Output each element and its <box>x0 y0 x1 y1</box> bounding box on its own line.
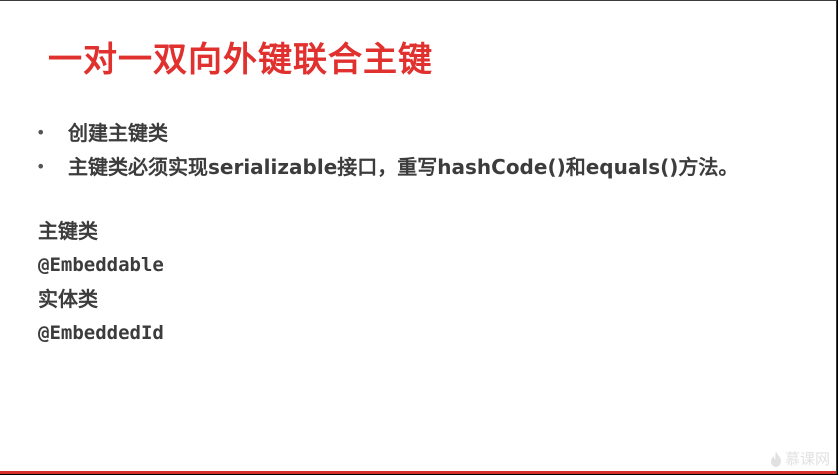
bullet-item: • 创建主键类 <box>36 117 738 151</box>
watermark: 慕课网 <box>770 450 830 468</box>
embedded-id-annotation: @EmbeddedId <box>38 322 164 344</box>
bullet-text: 主键类必须实现serializable接口，重写hashCode()和equal… <box>68 155 739 179</box>
entity-class-label: 实体类 <box>38 287 98 311</box>
embeddable-annotation: @Embeddable <box>38 254 164 276</box>
primary-key-class-label: 主键类 <box>38 219 98 243</box>
watermark-text: 慕课网 <box>784 450 830 468</box>
bullet-text: 创建主键类 <box>68 121 168 145</box>
accent-bar <box>0 471 836 474</box>
flame-icon <box>770 451 781 467</box>
bullet-marker: • <box>36 123 46 142</box>
bullet-item: • 主键类必须实现serializable接口，重写hashCode()和equ… <box>36 151 738 185</box>
bullet-marker: • <box>36 157 46 176</box>
bullet-list: • 创建主键类 • 主键类必须实现serializable接口，重写hashCo… <box>36 117 738 185</box>
slide: 一对一双向外键联合主键 • 创建主键类 • 主键类必须实现serializabl… <box>0 0 837 474</box>
slide-title: 一对一双向外键联合主键 <box>48 40 433 80</box>
